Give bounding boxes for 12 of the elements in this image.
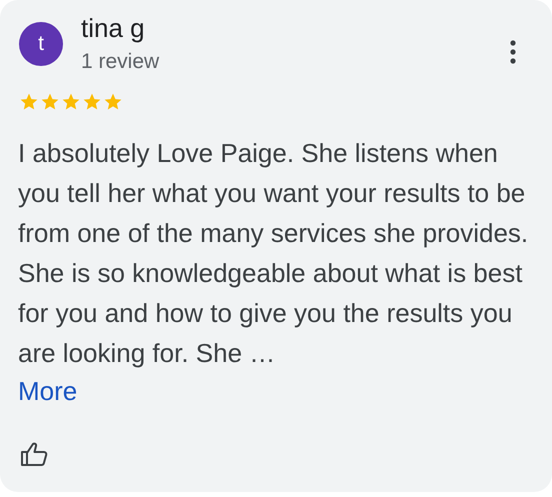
author-name[interactable]: tina g — [81, 12, 510, 44]
thumbs-up-icon[interactable] — [20, 441, 48, 467]
star-icon — [19, 92, 39, 112]
star-icon — [82, 92, 102, 112]
more-link[interactable]: More — [18, 373, 78, 409]
review-count: 1 review — [81, 49, 160, 75]
review-text: I absolutely Love Paige. She listens when you tell her what you want your results to be from one of the many services she provides. She is so knowledgeable about what is best for you and how to give you the results you are looking for. She … — [18, 137, 530, 370]
star-icon — [103, 92, 123, 112]
star-icon — [61, 92, 81, 112]
star-icon — [40, 92, 60, 112]
more-options-icon[interactable] — [510, 40, 516, 64]
avatar: t — [19, 22, 63, 66]
